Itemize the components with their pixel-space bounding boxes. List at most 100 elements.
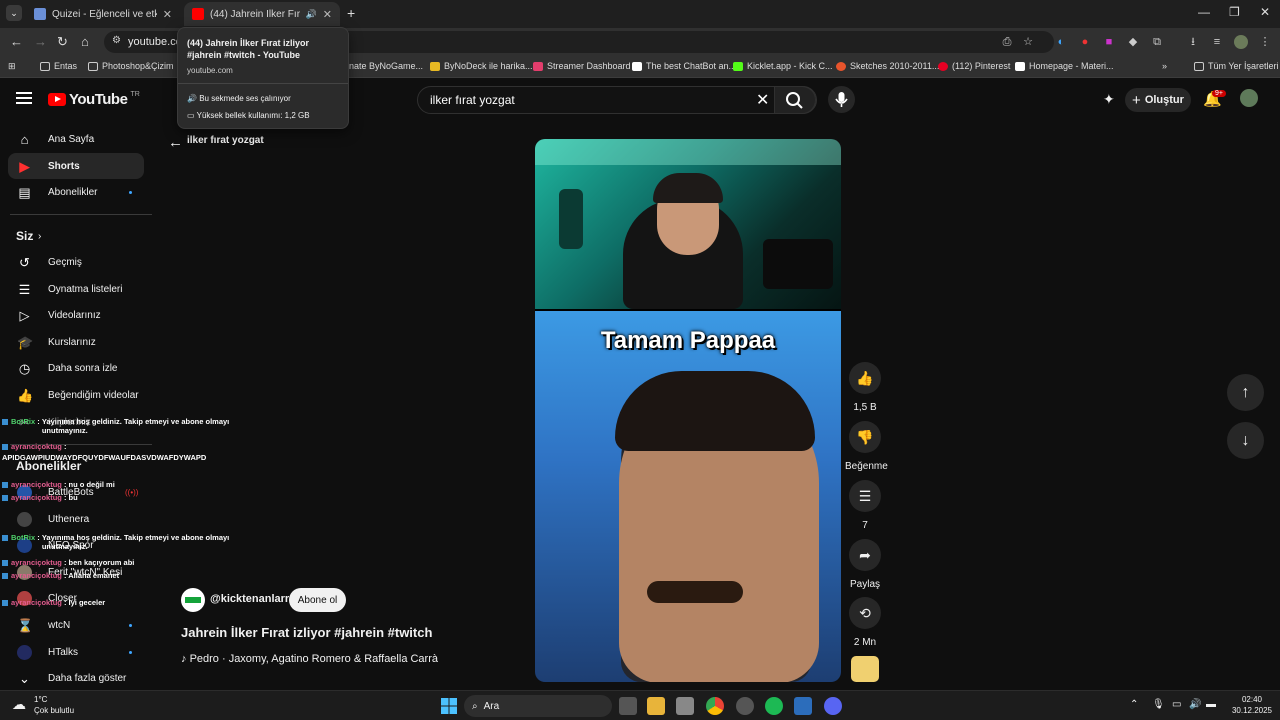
share-button[interactable]: ➦ Paylaş (845, 539, 885, 590)
app-icon[interactable] (794, 697, 812, 715)
restore-icon[interactable]: ❐ (1229, 5, 1240, 19)
close-icon[interactable]: ✕ (163, 8, 172, 21)
app-icon[interactable] (736, 697, 754, 715)
sidebar-item-home[interactable]: ⌂ Ana Sayfa (8, 126, 144, 152)
clock-time[interactable]: 02:40 (1232, 695, 1272, 704)
search-input[interactable]: ilker fırat yozgat (430, 93, 515, 107)
dislike-button[interactable]: 👎 Beğenme (845, 421, 888, 472)
youtube-logo[interactable]: YouTube TR (48, 91, 140, 108)
close-window-icon[interactable]: ✕ (1260, 5, 1270, 19)
remix-button[interactable]: ⟲ 2 Mn (845, 597, 885, 648)
chrome-icon[interactable] (706, 697, 724, 715)
back-arrow-icon[interactable]: ← (168, 134, 183, 151)
previous-short-button[interactable]: ↑ (1227, 374, 1264, 411)
windows-start-icon[interactable] (440, 697, 458, 715)
bookmark-item[interactable]: (112) Pinterest (938, 61, 1010, 71)
extension-icon[interactable]: ■ (1102, 35, 1116, 49)
voice-search-button[interactable] (828, 86, 855, 113)
sidebar-show-more[interactable]: ⌄ Daha fazla göster (8, 665, 144, 691)
sidebar-sub-wtcn[interactable]: ⌛ wtcN (8, 612, 144, 638)
sidebar-item-playlists[interactable]: ☰ Oynatma listeleri (8, 276, 144, 302)
sidebar-sub-uthenera[interactable]: Uthenera (8, 506, 144, 532)
bookmark-star-icon[interactable]: ☆ (1021, 35, 1035, 49)
extension-icon[interactable]: ● (1078, 35, 1092, 49)
create-button[interactable]: + Oluştur (1125, 88, 1191, 112)
tab-search-icon[interactable]: ⌄ (6, 5, 22, 21)
bookmarks-overflow-icon[interactable]: » (1162, 61, 1167, 71)
extension-icon[interactable]: ◆ (1126, 35, 1140, 49)
tray-chevron-icon[interactable]: ⌃ (1130, 699, 1138, 710)
bookmark-item[interactable]: onate ByNoGame... (344, 61, 423, 71)
site-info-icon[interactable]: ⚙ (112, 35, 121, 46)
battery-icon[interactable]: ▬ (1206, 699, 1216, 710)
taskbar-search[interactable]: ⌕ Ara (464, 695, 612, 717)
forward-icon[interactable]: → (34, 34, 47, 49)
profile-avatar[interactable] (1234, 35, 1248, 49)
bookmark-item[interactable]: Kicklet.app - Kick C... (733, 61, 833, 71)
sidebar-item-shorts[interactable]: ▶ Shorts (8, 153, 144, 179)
browser-tab-strip: ⌄ Quizei - Eğlenceli ve etkileşimli ✕ (4… (0, 0, 1280, 28)
sidebar-item-courses[interactable]: 🎓 Kurslarınız (8, 329, 144, 355)
sidebar-item-your-videos[interactable]: ▷ Videolarınız (8, 302, 144, 328)
bookmark-item[interactable]: The best ChatBot an... (632, 61, 736, 71)
sidebar-section-you[interactable]: Siz › (8, 223, 144, 249)
minimize-icon[interactable]: — (1198, 5, 1210, 19)
clock-date[interactable]: 30.12.2025 (1226, 706, 1278, 715)
search-button[interactable] (774, 86, 816, 114)
tab-youtube[interactable]: (44) Jahrein İlker Fırat izliyor 🔊 ✕ (184, 2, 340, 26)
sidebar-item-liked[interactable]: 👍 Beğendiğim videolar (8, 382, 144, 408)
sidebar-item-watch-later[interactable]: ◷ Daha sonra izle (8, 355, 144, 381)
bookmark-item[interactable]: Streamer Dashboard (533, 61, 631, 71)
bookmark-item[interactable]: ByNoDeck ile harika... (430, 61, 533, 71)
store-icon[interactable] (676, 697, 694, 715)
close-icon[interactable]: ✕ (323, 8, 332, 21)
sidebar-sub-htalks[interactable]: HTalks (8, 639, 144, 665)
clear-search-icon[interactable]: ✕ (756, 90, 769, 110)
comments-button[interactable]: ☰ 7 (845, 480, 885, 531)
next-short-button[interactable]: ↓ (1227, 422, 1264, 459)
create-sparkle-icon[interactable]: ✦ (1103, 91, 1115, 108)
bookmark-item[interactable]: Sketches 2010-2011... (836, 61, 939, 71)
bookmark-item[interactable]: Photoshop&Çizim (88, 61, 174, 71)
new-tab-icon[interactable]: + (347, 5, 355, 21)
speaker-icon[interactable]: 🔊 (306, 9, 317, 20)
volume-icon[interactable]: 🔊 (1189, 699, 1201, 710)
subscribe-button[interactable]: Abone ol (289, 588, 346, 612)
channel-avatar[interactable] (181, 588, 205, 612)
mic-icon[interactable]: 🎙 (1152, 699, 1165, 710)
all-bookmarks[interactable]: Tüm Yer İşaretleri (1194, 61, 1279, 71)
extension-icon[interactable]: ◐ (1054, 35, 1068, 49)
reload-icon[interactable]: ↻ (57, 34, 68, 50)
network-icon[interactable]: ▭ (1172, 699, 1181, 710)
music-info[interactable]: ♪ Pedro · Jaxomy, Agatino Romero & Raffa… (181, 653, 438, 665)
search-box[interactable]: ilker fırat yozgat ✕ (417, 86, 817, 114)
download-icon[interactable]: ⭳ (1186, 35, 1200, 49)
weather-cloud-icon[interactable]: ☁ (12, 696, 26, 713)
menu-dots-icon[interactable]: ⋮ (1258, 35, 1272, 49)
hamburger-menu-icon[interactable] (16, 92, 32, 104)
tab-quizei[interactable]: Quizei - Eğlenceli ve etkileşimli ✕ (26, 2, 180, 26)
install-icon[interactable]: ⎙ (1000, 35, 1014, 49)
channel-name[interactable]: @kicktenanlarr (210, 593, 289, 605)
extensions-puzzle-icon[interactable]: ⧉ (1150, 35, 1164, 49)
apps-icon[interactable]: ⊞ (8, 61, 16, 72)
short-title[interactable]: Jahrein İlker Fırat izliyor #jahrein #tw… (181, 625, 432, 640)
file-explorer-icon[interactable] (647, 697, 665, 715)
avatar[interactable] (1240, 89, 1258, 107)
sidebar-item-history[interactable]: ↺ Geçmiş (8, 249, 144, 275)
chat-message: ayranciçoktug : bu (2, 493, 78, 502)
bookmark-item[interactable]: Entas (40, 61, 77, 71)
chat-message: APIDGAWPIUDWAYDFQUYDFWAUFDASVDWAFDYWAPD (2, 453, 207, 462)
home-icon[interactable]: ⌂ (81, 34, 89, 49)
comment-icon: ☰ (849, 480, 881, 512)
discord-icon[interactable] (824, 697, 842, 715)
back-icon[interactable]: ← (10, 34, 23, 49)
bookmark-item[interactable]: Homepage - Materi... (1015, 61, 1114, 71)
spotify-icon[interactable] (765, 697, 783, 715)
short-video-player[interactable]: Tamam Pappaa (535, 139, 841, 682)
sound-thumbnail[interactable] (851, 656, 879, 682)
like-button[interactable]: 👍 1,5 B (845, 362, 885, 413)
media-icon[interactable]: ≡ (1210, 35, 1224, 49)
sidebar-item-subscriptions[interactable]: ▤ Abonelikler (8, 179, 144, 205)
task-view-icon[interactable] (619, 697, 637, 715)
